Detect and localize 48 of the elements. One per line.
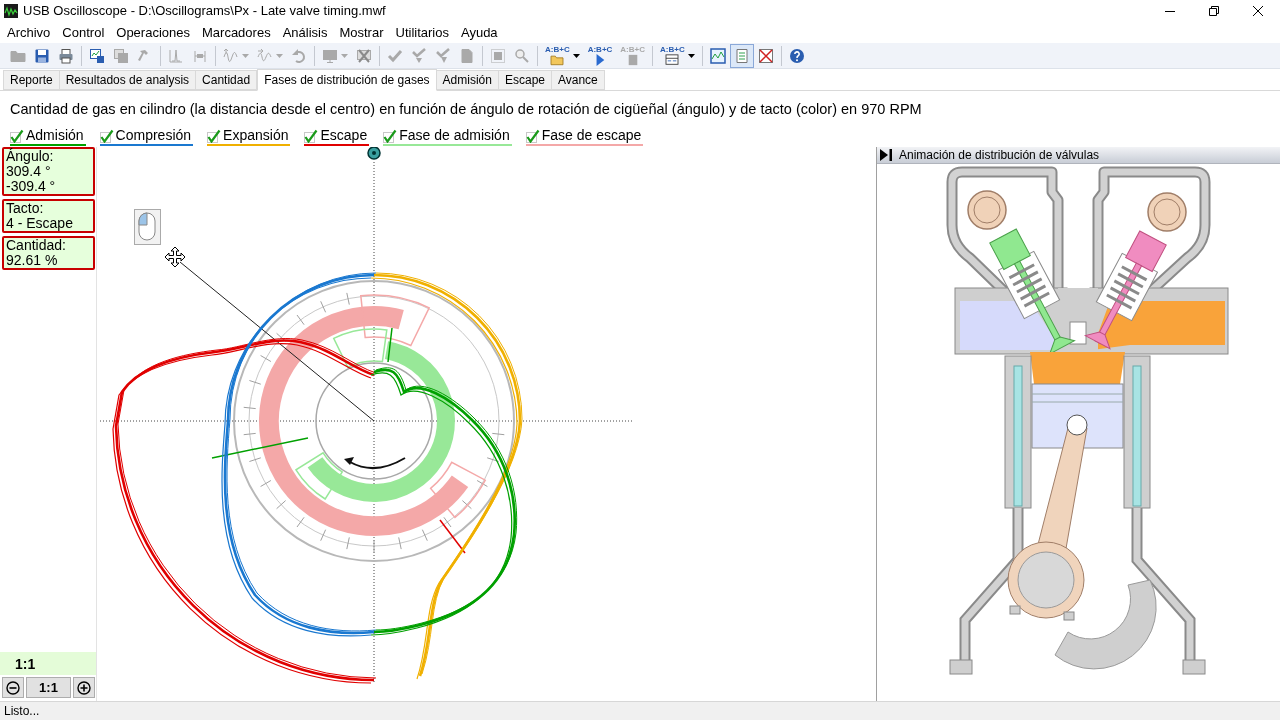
tab[interactable]: Admisión [435,70,499,90]
toolbar-button[interactable]: A:B+C [541,43,584,68]
close-icon [1253,6,1263,16]
panel-title: Animación de distribución de válvulas [899,147,1100,163]
menu-item[interactable]: Mostrar [333,23,390,42]
status-text: Listo... [4,704,40,718]
minus-circle-icon [6,680,20,695]
minimize-icon [1165,10,1175,12]
readout-value: -309.4 ° [6,179,57,194]
tab[interactable]: Cantidad [195,70,258,90]
readout-value: 92.61 % [6,253,59,268]
readout-value: 4 - Escape [6,216,74,231]
tab[interactable]: Reporte [3,70,60,90]
chart-description: Cantidad de gas en cilindro (la distancia desde el centro) en función de ángulo de rotación de cigüeñal (ángulo) y de tacto (color) en 970 RPM [10,100,923,118]
zoom-reset-button[interactable]: 1:1 [26,677,71,698]
menu-item[interactable]: Operaciones [110,23,196,42]
legend-checkbox[interactable]: Fase de admisión [383,125,512,146]
zoom-in-button[interactable] [73,677,95,698]
tab[interactable]: Avance [551,70,605,90]
menu-item[interactable]: Archivo [1,23,57,42]
tab[interactable]: Resultados de analysis [58,70,197,90]
toolbar-button[interactable]: A:B+C [656,43,699,68]
legend-checkbox[interactable]: Escape [304,125,370,146]
menu-item[interactable]: Ayuda [454,23,504,42]
play-bar-icon[interactable] [879,148,893,162]
menu-item[interactable]: Análisis [276,23,334,42]
readout-value: 309.4 ° [6,164,51,179]
legend-checkbox[interactable]: Fase de escape [525,125,644,146]
app-icon [4,4,18,18]
move-cursor-icon [164,246,186,268]
toolbar-button[interactable]: A:B+C [583,43,617,68]
zoom-scale-label: 1:1 [15,655,36,672]
zoom-out-button[interactable] [2,677,24,698]
readout-label: Cantidad: [6,238,67,253]
legend-checkbox[interactable]: Expansión [207,125,291,146]
plus-circle-icon [77,680,91,695]
tab[interactable]: Fases de distribución de gases [257,69,437,91]
menu-item[interactable]: Utilitarios [389,23,455,42]
menu-item[interactable]: Control [56,23,111,42]
readout-label: Ángulo: [6,149,55,164]
window-title: USB Oscilloscope - D:\Oscillograms\Px - Late valve timing.mwf [23,3,386,19]
menu-item[interactable]: Marcadores [196,23,277,42]
cursor-marker-icon[interactable] [367,147,381,160]
mouse-icon [134,209,161,245]
legend-checkbox[interactable]: Compresión [99,125,194,146]
tab[interactable]: Escape [497,70,552,90]
readout-label: Tacto: [6,201,45,216]
restore-icon [1209,6,1219,16]
